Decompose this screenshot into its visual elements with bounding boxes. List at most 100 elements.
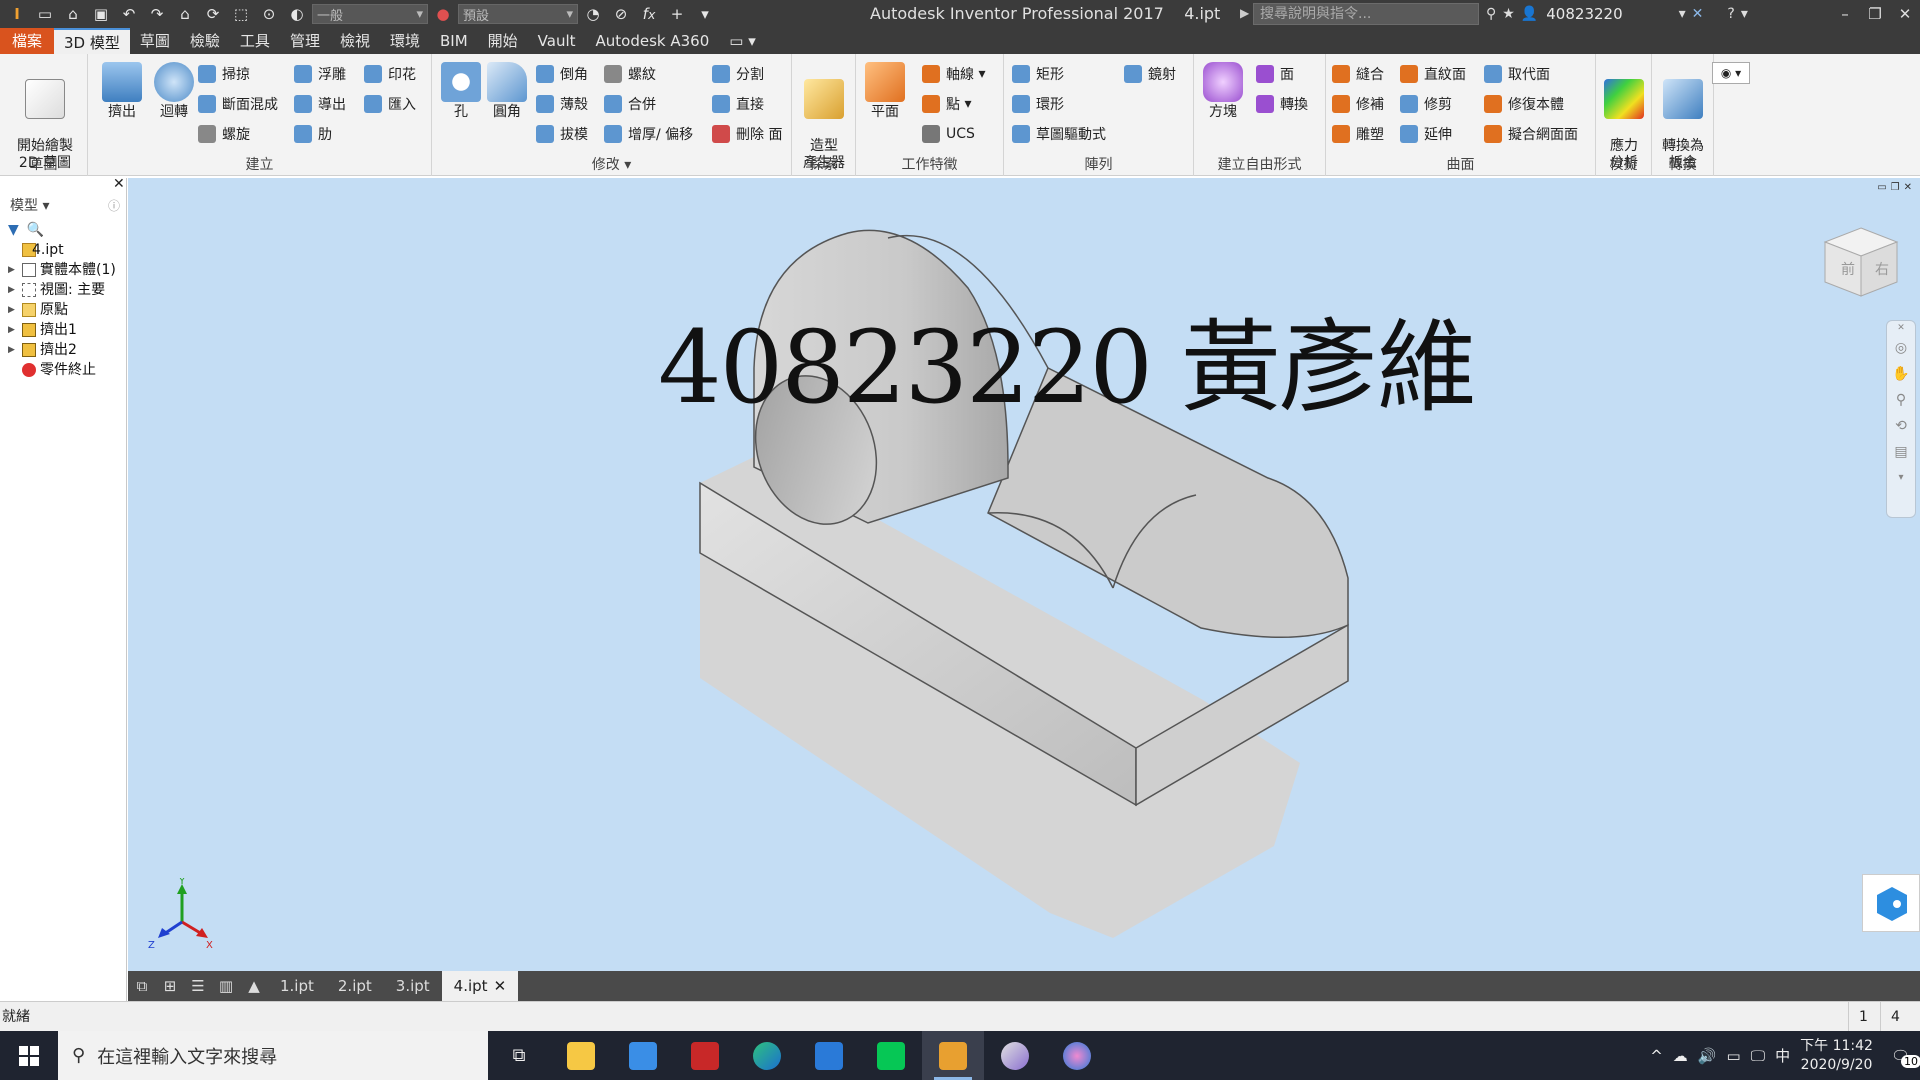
customize-qat-icon[interactable]: ▾ xyxy=(692,2,718,26)
app-logo-icon[interactable]: I xyxy=(4,2,30,26)
point-button[interactable]: 點 ▾ xyxy=(922,92,971,116)
undo-icon[interactable]: ↶ xyxy=(116,2,142,26)
tab-get-started[interactable]: 開始 xyxy=(478,28,528,54)
tree-item-extrusion2[interactable]: ▶ 擠出2 xyxy=(0,340,126,360)
clock[interactable]: 下午 11:42 2020/9/20 xyxy=(1800,1037,1873,1075)
taskbar-app-game[interactable] xyxy=(674,1031,736,1080)
tile-horizontal-icon[interactable]: ☰ xyxy=(184,977,212,995)
close-icon[interactable]: ✕ xyxy=(1890,0,1920,28)
tab-tools[interactable]: 工具 xyxy=(230,28,280,54)
tab-environments[interactable]: 環境 xyxy=(380,28,430,54)
share-view-button[interactable] xyxy=(1862,874,1920,932)
panel-title-modify[interactable]: 修改 ▾ xyxy=(432,154,791,174)
doc-tab-2[interactable]: 2.ipt xyxy=(326,971,384,1001)
color-override-icon[interactable]: ◐ xyxy=(284,2,310,26)
volume-icon[interactable]: 🔊 xyxy=(1698,1047,1717,1065)
mirror-button[interactable]: 鏡射 xyxy=(1124,62,1176,86)
taskbar-app-mail[interactable] xyxy=(798,1031,860,1080)
save-icon[interactable]: ▣ xyxy=(88,2,114,26)
hole-button[interactable]: 孔 xyxy=(438,62,484,121)
update-icon[interactable]: ⟳ xyxy=(200,2,226,26)
replace-face-button[interactable]: 取代面 xyxy=(1484,62,1550,86)
start-button[interactable] xyxy=(0,1031,58,1080)
repair-bodies-button[interactable]: 修復本體 xyxy=(1484,92,1564,116)
zoom-icon[interactable]: ⚲ xyxy=(1887,387,1915,413)
taskbar-app-edge[interactable] xyxy=(736,1031,798,1080)
taskbar-app-snip[interactable] xyxy=(1046,1031,1108,1080)
measure-icon[interactable]: ⊙ xyxy=(256,2,282,26)
home-icon[interactable]: ⌂ xyxy=(172,2,198,26)
thread-button[interactable]: 螺紋 xyxy=(604,62,656,86)
chevron-up-icon[interactable]: ^ xyxy=(1650,1047,1663,1065)
tree-item-view[interactable]: ▶ 視圖: 主要 xyxy=(0,280,126,300)
chevron-down-icon[interactable]: ▾ xyxy=(1679,6,1686,22)
tile-icon[interactable]: ⊞ xyxy=(156,977,184,995)
clear-appearance-icon[interactable]: ⊘ xyxy=(608,2,634,26)
taskbar-app-paint[interactable] xyxy=(984,1031,1046,1080)
appearance-combo[interactable]: 預設 ▾ xyxy=(458,4,578,24)
doc-tab-4[interactable]: 4.ipt ✕ xyxy=(441,971,519,1001)
expand-icon[interactable]: ▶ xyxy=(8,340,15,360)
taskbar-app-inventor[interactable] xyxy=(922,1031,984,1080)
pan-icon[interactable]: ✋ xyxy=(1887,361,1915,387)
stitch-button[interactable]: 縫合 xyxy=(1332,62,1384,86)
tab-file[interactable]: 檔案 xyxy=(0,28,55,54)
ime-indicator[interactable]: 中 xyxy=(1775,1045,1790,1066)
doc-tab-3[interactable]: 3.ipt xyxy=(384,971,442,1001)
help-search-input[interactable]: 搜尋說明與指令... xyxy=(1253,3,1479,25)
close-icon[interactable]: ✕ xyxy=(1887,321,1915,335)
derive-button[interactable]: 導出 xyxy=(294,92,346,116)
parameters-icon[interactable]: fx xyxy=(636,2,662,26)
graphics-viewport[interactable]: 40823220 黃彥維 ▭❐✕ 前 右 ✕ ◎ ✋ ⚲ ⟲ ▤ ▾ Y X Z xyxy=(128,178,1920,971)
circular-pattern-button[interactable]: 環形 xyxy=(1012,92,1064,116)
expand-icon[interactable]: ▶ xyxy=(8,300,15,320)
chevron-right-icon[interactable]: ▶ xyxy=(1240,6,1249,20)
freeform-face-button[interactable]: 面 xyxy=(1256,62,1294,86)
chamfer-button[interactable]: 倒角 xyxy=(536,62,588,86)
battery-icon[interactable]: ▭ xyxy=(1726,1047,1740,1065)
expand-icon[interactable]: ▶ xyxy=(8,320,15,340)
tree-item-extrusion1[interactable]: ▶ 擠出1 xyxy=(0,320,126,340)
tab-bim[interactable]: BIM xyxy=(430,28,478,54)
network-icon[interactable]: 🖵 xyxy=(1751,1047,1765,1065)
help-icon[interactable]: ? xyxy=(1727,6,1734,22)
tab-3d-model[interactable]: 3D 模型 xyxy=(54,28,130,54)
orbit-icon[interactable]: ⟲ xyxy=(1887,413,1915,439)
ucs-button[interactable]: UCS xyxy=(922,122,975,146)
user-name[interactable]: 40823220 xyxy=(1546,5,1622,23)
task-view-button[interactable]: ⧉ xyxy=(488,1031,550,1080)
arrange-icon[interactable]: ▲ xyxy=(240,977,268,995)
rib-button[interactable]: 肋 xyxy=(294,122,332,146)
close-icon[interactable]: ✕ xyxy=(113,176,125,192)
adjust-appearance-icon[interactable]: ◔ xyxy=(580,2,606,26)
decal-button[interactable]: 印花 xyxy=(364,62,416,86)
freeform-box-button[interactable]: 方塊 xyxy=(1198,62,1248,121)
browser-title-dropdown[interactable]: 模型 ▾ xyxy=(10,195,49,215)
tree-item-solid-bodies[interactable]: ▶ 實體本體(1) xyxy=(0,260,126,280)
patch-button[interactable]: 修補 xyxy=(1332,92,1384,116)
tab-inspect[interactable]: 檢驗 xyxy=(180,28,230,54)
loft-button[interactable]: 斷面混成 xyxy=(198,92,278,116)
cloud-icon[interactable]: ☁ xyxy=(1673,1047,1688,1065)
tree-item-end-of-part[interactable]: 零件終止 xyxy=(0,360,126,380)
cascade-icon[interactable]: ⧉ xyxy=(128,977,156,995)
thicken-offset-button[interactable]: 增厚/ 偏移 xyxy=(604,122,693,146)
sketch-driven-pattern-button[interactable]: 草圖驅動式 xyxy=(1012,122,1106,146)
viewport-window-controls[interactable]: ▭❐✕ xyxy=(1877,182,1916,193)
help-icon[interactable]: ⓘ xyxy=(108,197,120,214)
material-combo[interactable]: 一般 ▾ xyxy=(312,4,428,24)
sculpt-button[interactable]: 雕塑 xyxy=(1332,122,1384,146)
find-icon[interactable]: 🔍 xyxy=(27,222,44,238)
exchange-icon[interactable]: ✕ xyxy=(1692,6,1704,22)
freeform-convert-button[interactable]: 轉換 xyxy=(1256,92,1308,116)
tile-vertical-icon[interactable]: ▥ xyxy=(212,977,240,995)
doc-tab-1[interactable]: 1.ipt xyxy=(268,971,326,1001)
notification-center-button[interactable]: 🗨 10 xyxy=(1891,1047,1920,1068)
tree-item-part[interactable]: 4.ipt xyxy=(0,240,126,260)
combine-button[interactable]: 合併 xyxy=(604,92,656,116)
taskbar-search-input[interactable]: ⚲ 在這裡輸入文字來搜尋 xyxy=(58,1031,488,1080)
taskbar-app-line[interactable] xyxy=(860,1031,922,1080)
new-file-icon[interactable]: ▭ xyxy=(32,2,58,26)
emboss-button[interactable]: 浮雕 xyxy=(294,62,346,86)
axis-button[interactable]: 軸線 ▾ xyxy=(922,62,985,86)
